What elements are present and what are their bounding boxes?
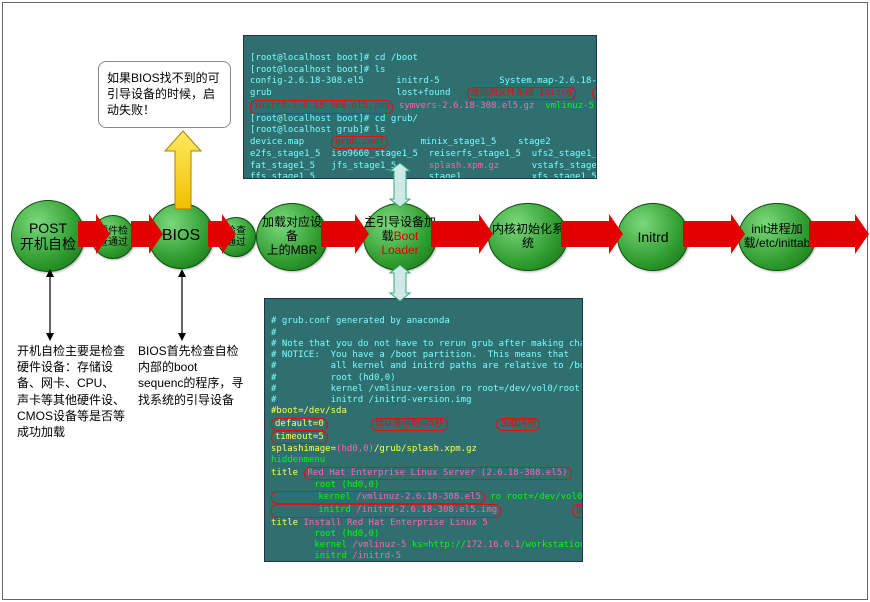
t1-cdgrub: [root@localhost boot]# cd grub/: [250, 114, 418, 124]
node-kernel: 内核初始化系统: [488, 203, 568, 271]
terminal-grubconf: # grub.conf generated by anaconda # # No…: [264, 298, 583, 562]
terminal-boot-ls: [root@localhost boot]# cd /boot [root@lo…: [243, 35, 597, 179]
arrow-1: [78, 221, 96, 247]
diagram-frame: POST 开机自检 硬件检 查通过 BIOS 检查 通过 加载对应设备 上的MB…: [2, 2, 868, 600]
t1-anno-initrd: 虚拟的文件系统 Initrd: [467, 87, 576, 100]
node-init-l1: init进程加: [751, 222, 802, 236]
t2-root1: root (hd0,0): [271, 480, 379, 490]
node-kernel-l1: 内核初始化系统: [489, 223, 567, 251]
note-post: 开机自检主要是检查硬件设备：存储设备、网卡、CPU、声卡等其他硬件设、CMOS设…: [17, 343, 125, 440]
t1-row4: ffs_stage1_5 stage1 xfs_stage1_5: [250, 172, 597, 179]
node-post-l1: POST: [29, 220, 67, 236]
callout-bios-fail: 如果BIOS找不到的可引导设备的时候，启动失败！: [98, 61, 231, 128]
t2-h7: # kernel /vmlinuz-version ro root=/dev/v…: [271, 384, 580, 394]
t1-l1: [root@localhost boot]# ls: [250, 65, 385, 75]
node-mbr-l2: 上的MBR: [267, 243, 318, 257]
t1-lsgrub: [root@localhost grub]# ls: [250, 125, 385, 135]
arrow-3: [208, 221, 222, 247]
node-init: init进程加 载/etc/inittab: [738, 203, 816, 271]
arrow-9: [809, 221, 855, 247]
note-post-text: 开机自检主要是检查硬件设备：存储设备、网卡、CPU、声卡等其他硬件设、CMOS设…: [17, 344, 125, 439]
t2-def: default=0: [275, 419, 324, 429]
t2-tag-default: 默认等待时间5秒: [371, 418, 447, 431]
t1-symvers: symvers-2.6.18-308.el5.gz: [399, 101, 534, 111]
t2-hidden: hiddenmenu: [271, 455, 325, 465]
conn-post-note: [43, 269, 57, 341]
node-bios-l1: BIOS: [162, 227, 200, 245]
arrow-8: [683, 221, 731, 247]
note-bios-text: BIOS首先检查自检内部的boot sequenc的程序，寻找系统的引导设备: [138, 344, 243, 407]
node-post-l2: 开机自检: [20, 236, 76, 252]
t2-root2: root (hd0,0): [271, 529, 379, 539]
note-bios: BIOS首先检查自检内部的boot sequenc的程序，寻找系统的引导设备: [138, 343, 246, 408]
node-initrd-l1: Initrd: [637, 229, 668, 245]
t2-h8: # initrd /initrd-version.img: [271, 395, 471, 405]
node-bootloader: 主引导设备加 载Boot Loader: [363, 203, 437, 271]
node-boot-l1: 主引导设备加: [364, 215, 436, 229]
node-mbr-l1: 加载对应设备: [262, 215, 322, 243]
t1-l0: [root@localhost boot]# cd /boot: [250, 53, 418, 63]
t2-h3: # Note that you do not have to rerun gru…: [271, 339, 583, 349]
t1-l3: grub lost+found: [250, 88, 450, 98]
t1-vmlinuz5: vmlinuz-5: [545, 101, 594, 111]
arrow-6: [431, 221, 479, 247]
t1-row2: e2fs_stage1_5 iso9660_stage1_5 reiserfs_…: [250, 149, 597, 159]
arrow-2: [131, 221, 149, 247]
t2-tag-menu: 加载内核: [496, 418, 540, 431]
t2-tim: timeout=5: [275, 432, 324, 442]
t2-h2: #: [271, 328, 276, 338]
arrow-5: [321, 221, 355, 247]
t2-bootdev: #boot=/dev/sda: [271, 406, 347, 416]
node-init-l2: 载/etc/inittab: [744, 236, 811, 250]
node-post: POST 开机自检: [11, 200, 85, 272]
conn-bios-note: [175, 269, 189, 341]
callout-bios-fail-text: 如果BIOS找不到的可引导设备的时候，启动失败！: [107, 71, 220, 117]
t1-l2: config-2.6.18-308.el5 initrd-5 System.ma…: [250, 76, 597, 86]
t1-vmlinuz: vmlinuz-2.6.18-308.el5: [592, 87, 597, 100]
t2-h1: # grub.conf generated by anaconda: [271, 316, 450, 326]
t2-h5: # all kernel and initrd paths are relati…: [271, 361, 583, 371]
t2-h6: # root (hd0,0): [271, 373, 396, 383]
t2-kern1b: ro root=/dev/vol0/root rhgb quiet: [485, 492, 583, 502]
t2-tag-initrd: 加载initrd: [572, 504, 583, 517]
arrow-7: [561, 221, 609, 247]
node-initrd: Initrd: [617, 203, 689, 271]
t2-h4: # NOTICE: You have a /boot partition. Th…: [271, 350, 569, 360]
node-mbr: 加载对应设备 上的MBR: [256, 203, 328, 271]
arrow-bios-up: [163, 131, 203, 209]
node-boot-l2: 载: [382, 229, 394, 243]
t1-initrd-img: initrd-2.6.18-308.el5.img: [250, 100, 393, 113]
